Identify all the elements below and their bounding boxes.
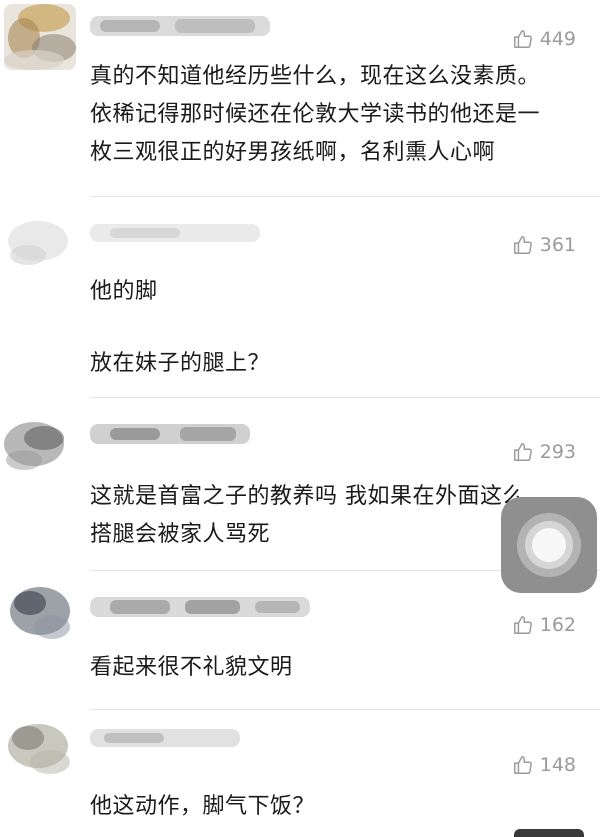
comment-line: 真的不知道他经历些什么，现在这么没素质。 bbox=[90, 64, 541, 89]
avatar[interactable] bbox=[4, 4, 76, 70]
assistive-ring-inner bbox=[532, 528, 566, 562]
avatar[interactable] bbox=[4, 581, 76, 647]
comment-item: 449 真的不知道他经历些什么，现在这么没素质。 依稀记得那时候还在伦敦大学读书… bbox=[0, 0, 600, 196]
comment-item: 361 他的脚 放在妹子的腿上？ bbox=[0, 197, 600, 397]
thumbs-up-icon bbox=[512, 441, 534, 463]
thumbs-up-icon bbox=[512, 754, 534, 776]
comment-line: 他这动作，脚气下饭？ bbox=[90, 794, 316, 819]
comment-line: 依稀记得那时候还在伦敦大学读书的他还是一 bbox=[90, 102, 541, 127]
comment-item: 148 他这动作，脚气下饭？ bbox=[0, 710, 600, 837]
thumbs-up-icon bbox=[512, 234, 534, 256]
comment-text: 看起来很不礼貌文明 bbox=[90, 649, 580, 687]
thumbs-up-icon bbox=[512, 614, 534, 636]
avatar[interactable] bbox=[4, 716, 76, 782]
like-button[interactable]: 148 bbox=[512, 752, 576, 778]
like-button[interactable]: 162 bbox=[512, 612, 576, 638]
like-count: 148 bbox=[539, 754, 576, 776]
avatar[interactable] bbox=[4, 211, 76, 277]
comment-text: 他这动作，脚气下饭？ bbox=[90, 788, 580, 826]
username-blurred[interactable] bbox=[90, 593, 310, 621]
comment-text: 真的不知道他经历些什么，现在这么没素质。 依稀记得那时候还在伦敦大学读书的他还是… bbox=[90, 58, 580, 172]
username-blurred[interactable] bbox=[90, 12, 270, 40]
like-count: 449 bbox=[539, 28, 576, 50]
comment-text: 他的脚 放在妹子的腿上？ bbox=[90, 273, 580, 383]
assistive-touch-icon[interactable] bbox=[501, 497, 597, 593]
comment-line: 看起来很不礼貌文明 bbox=[90, 655, 293, 680]
like-button[interactable]: 293 bbox=[512, 439, 576, 465]
like-count: 293 bbox=[539, 441, 576, 463]
like-count: 162 bbox=[539, 614, 576, 636]
comment-line: 放在妹子的腿上？ bbox=[90, 351, 271, 376]
bottom-bar-edge bbox=[514, 829, 584, 837]
like-count: 361 bbox=[539, 234, 576, 256]
username-blurred[interactable] bbox=[90, 219, 260, 247]
comment-line: 枚三观很正的好男孩纸啊，名利熏人心啊 bbox=[90, 140, 496, 165]
like-button[interactable]: 449 bbox=[512, 26, 576, 52]
username-blurred[interactable] bbox=[90, 724, 240, 752]
like-button[interactable]: 361 bbox=[512, 232, 576, 258]
thumbs-up-icon bbox=[512, 28, 534, 50]
avatar[interactable] bbox=[4, 412, 76, 478]
comment-line: 他的脚 bbox=[90, 279, 158, 304]
username-blurred[interactable] bbox=[90, 420, 250, 448]
comment-item: 162 看起来很不礼貌文明 bbox=[0, 571, 600, 709]
